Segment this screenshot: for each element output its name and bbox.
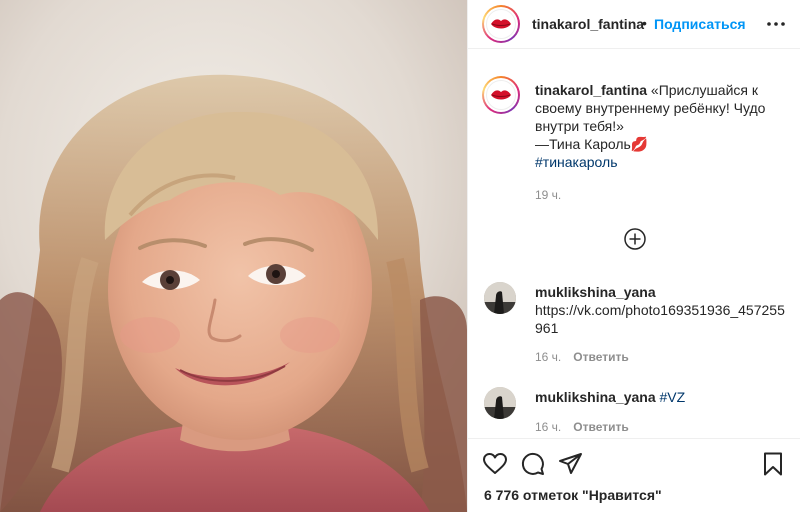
bookmark-icon[interactable] [760, 451, 786, 477]
lips-icon [491, 90, 511, 100]
comment-text-block: muklikshina_yana #VZ [535, 388, 785, 406]
caption-meta: 19 ч. [535, 188, 561, 202]
caption-hashtag[interactable]: #тинакароль [535, 154, 617, 170]
author-username[interactable]: tinakarol_fantina [532, 16, 644, 32]
commenter-avatar[interactable] [484, 282, 516, 314]
commenter-avatar[interactable] [484, 387, 516, 419]
comment-username[interactable]: muklikshina_yana [535, 284, 656, 300]
reply-button[interactable]: Ответить [573, 350, 628, 364]
reply-button[interactable]: Ответить [573, 420, 628, 434]
lips-icon [491, 19, 511, 29]
send-icon[interactable] [558, 451, 584, 477]
commenter-photo-icon [484, 387, 516, 419]
caption-signature: —Тина Кароль [535, 136, 631, 152]
heart-icon[interactable] [482, 451, 508, 477]
comment-text-block: muklikshina_yana https://vk.com/photo169… [535, 283, 785, 337]
comment-time[interactable]: 16 ч. [535, 420, 561, 434]
caption-username[interactable]: tinakarol_fantina [535, 82, 647, 98]
separator-dot: • [642, 15, 647, 31]
comment-text[interactable]: #VZ [660, 389, 686, 405]
caption-avatar[interactable] [482, 76, 520, 114]
action-bar: 6 776 отметок "Нравится" [468, 438, 800, 512]
author-avatar[interactable] [482, 5, 520, 43]
comment-username[interactable]: muklikshina_yana [535, 389, 656, 405]
post-sidebar: tinakarol_fantina • Подписаться tinakaro… [467, 0, 800, 512]
caption-time[interactable]: 19 ч. [535, 188, 561, 202]
girl-portrait-image [0, 0, 467, 512]
comment-icon[interactable] [520, 451, 546, 477]
commenter-photo-icon [484, 282, 516, 314]
more-icon[interactable] [766, 14, 786, 34]
plus-circle-icon[interactable] [624, 228, 646, 250]
caption-text-block: tinakarol_fantina «Прислушайся к своему … [535, 81, 785, 171]
comments-list: tinakarol_fantina «Прислушайся к своему … [468, 49, 800, 438]
follow-button[interactable]: Подписаться [654, 16, 746, 32]
kiss-emoji: 💋 [630, 136, 649, 152]
instagram-post: tinakarol_fantina • Подписаться tinakaro… [0, 0, 800, 512]
comment-time[interactable]: 16 ч. [535, 350, 561, 364]
comment-meta: 16 ч. Ответить [535, 350, 629, 364]
post-header: tinakarol_fantina • Подписаться [468, 0, 800, 49]
post-photo[interactable] [0, 0, 467, 512]
comment-text: https://vk.com/photo169351936_457255961 [535, 302, 785, 336]
likes-count[interactable]: 6 776 отметок "Нравится" [484, 487, 662, 503]
comment-meta: 16 ч. Ответить [535, 420, 629, 434]
